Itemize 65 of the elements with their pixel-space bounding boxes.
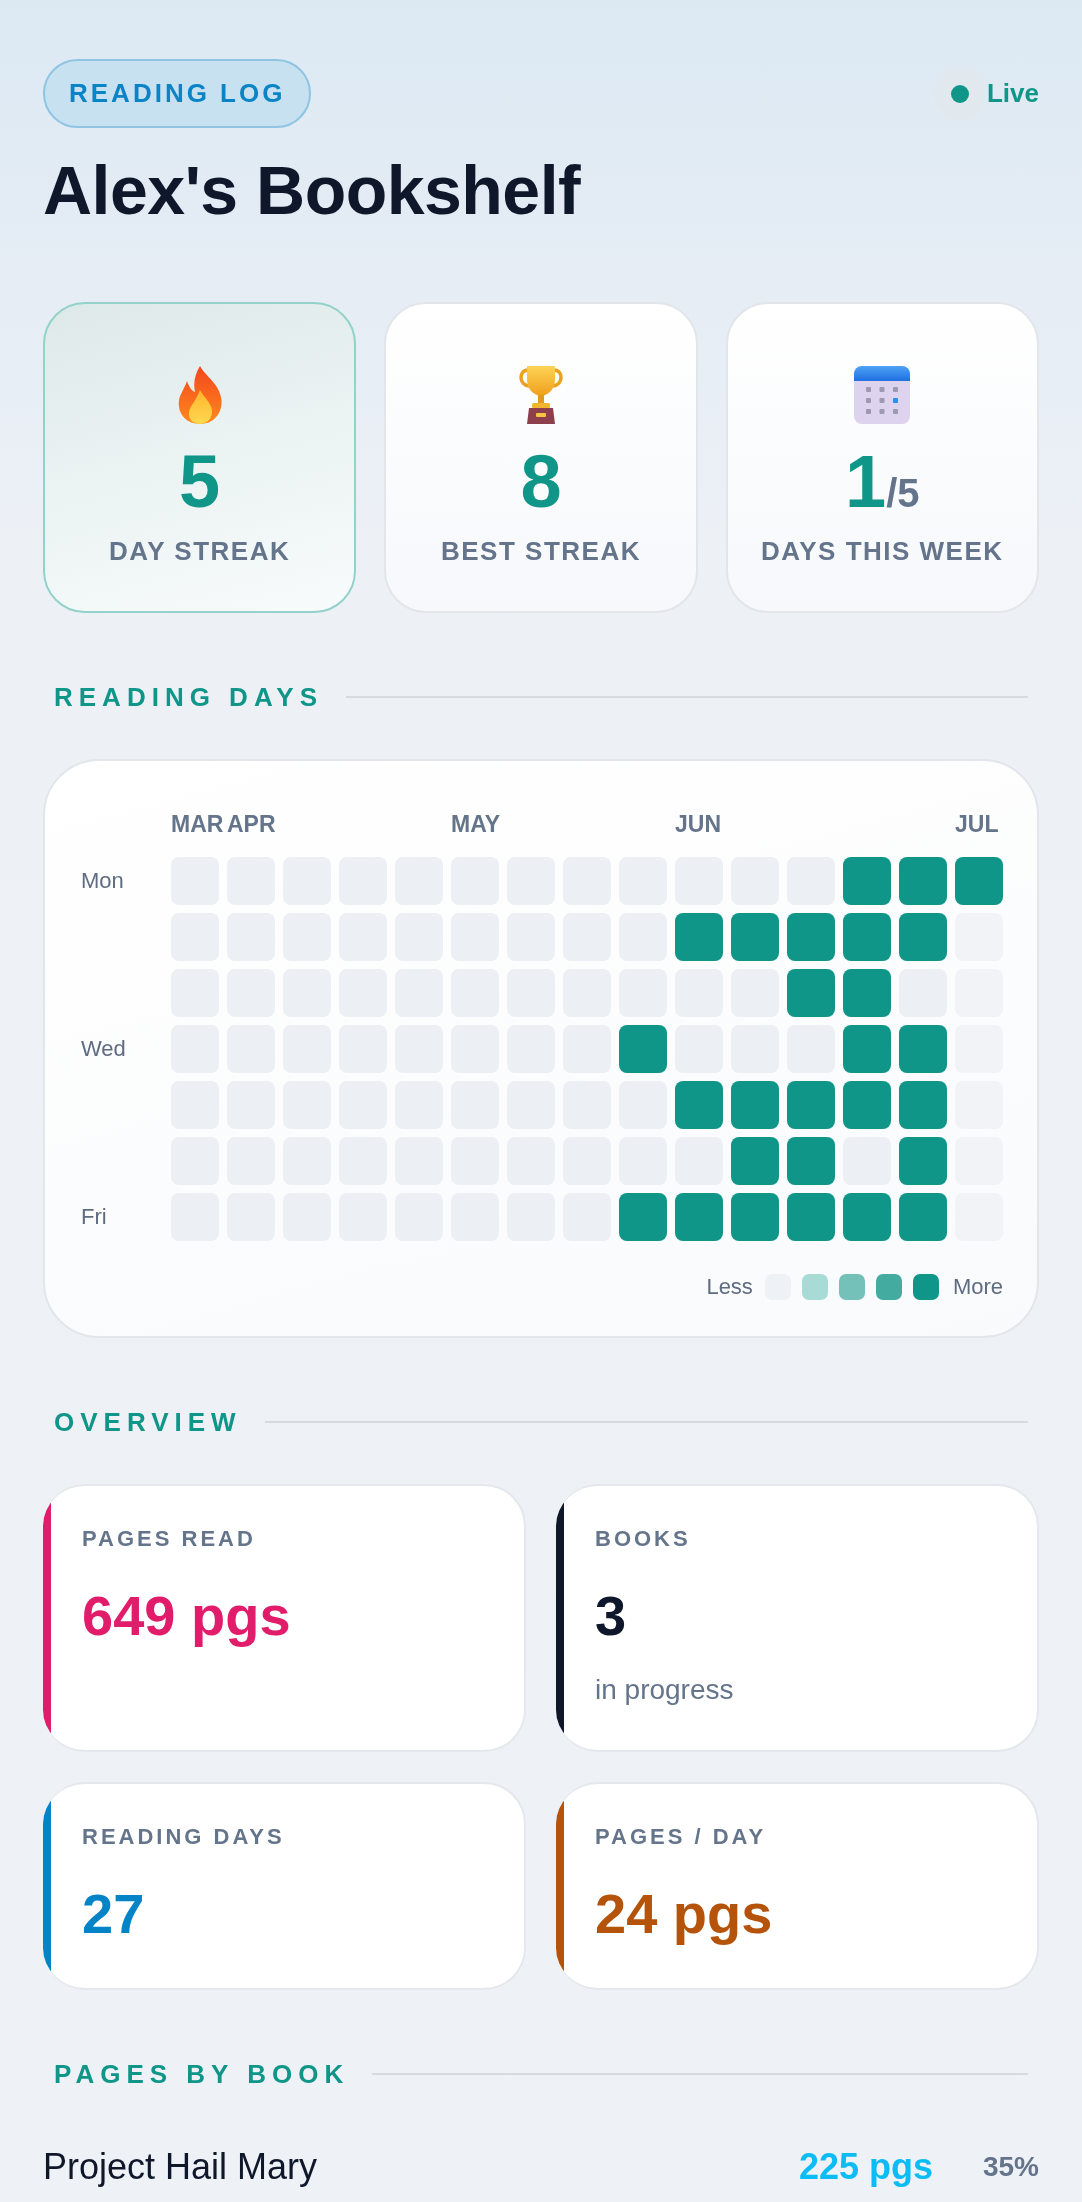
day-cell bbox=[843, 1025, 891, 1073]
section-heading: OVERVIEW bbox=[54, 1407, 242, 1437]
day-cell bbox=[731, 1081, 779, 1129]
book-title: Project Hail Mary bbox=[43, 2146, 319, 2188]
day-cell bbox=[619, 1193, 667, 1241]
day-cell bbox=[619, 1025, 667, 1073]
day-cell bbox=[675, 1081, 723, 1129]
section-heading: READING DAYS bbox=[54, 682, 323, 712]
legend-more-label: More bbox=[952, 1274, 1003, 1300]
metric-label: READING DAYS bbox=[82, 1823, 285, 1851]
day-cell bbox=[955, 857, 1003, 905]
day-cell bbox=[843, 969, 891, 1017]
day-cell bbox=[843, 857, 891, 905]
day-cell bbox=[675, 1193, 723, 1241]
day-cell bbox=[787, 1193, 835, 1241]
day-cell bbox=[843, 1081, 891, 1129]
metric-note: in progress bbox=[595, 1673, 734, 1707]
month-label: MAY bbox=[451, 811, 500, 837]
month-label: MAR bbox=[171, 811, 224, 837]
legend-less-label: Less bbox=[706, 1274, 753, 1300]
section-heading: PAGES BY BOOK bbox=[54, 2059, 350, 2089]
stat-value: 8 bbox=[520, 442, 562, 522]
month-label: JUN bbox=[675, 811, 721, 837]
stat-label: BEST STREAK bbox=[441, 535, 641, 567]
metric-label: BOOKS bbox=[595, 1525, 691, 1553]
metric-value: 3 bbox=[595, 1584, 627, 1648]
trophy-icon bbox=[517, 366, 565, 424]
day-cell bbox=[843, 1193, 891, 1241]
month-label: APR bbox=[227, 811, 276, 837]
metric-value: 24 pgs bbox=[595, 1882, 773, 1946]
day-cell bbox=[787, 1081, 835, 1129]
metric-label: PAGES READ bbox=[82, 1525, 256, 1553]
day-cell bbox=[731, 1193, 779, 1241]
book-share: 35% bbox=[982, 2151, 1039, 2183]
day-cell bbox=[787, 969, 835, 1017]
weekday-label: Wed bbox=[81, 1036, 126, 1062]
stat-total: /5 bbox=[886, 471, 920, 517]
day-cell bbox=[787, 1137, 835, 1185]
day-cell bbox=[899, 1193, 947, 1241]
section-badge: READING LOG bbox=[43, 59, 312, 128]
day-cell bbox=[899, 913, 947, 961]
weekday-label: Mon bbox=[81, 868, 124, 894]
flame-icon bbox=[177, 366, 222, 424]
day-cell bbox=[787, 913, 835, 961]
metric-label: PAGES / DAY bbox=[595, 1823, 767, 1851]
stat-value: 1 bbox=[845, 442, 887, 522]
stat-label: DAY STREAK bbox=[109, 535, 291, 567]
month-label: JUL bbox=[955, 811, 999, 837]
day-cell bbox=[899, 1025, 947, 1073]
page-title: Alex's Bookshelf bbox=[43, 151, 582, 230]
day-cell bbox=[675, 913, 723, 961]
day-cell bbox=[899, 1137, 947, 1185]
day-cell bbox=[731, 913, 779, 961]
day-cell bbox=[899, 1081, 947, 1129]
book-pages: 225 pgs bbox=[798, 2146, 933, 2188]
day-cell bbox=[843, 913, 891, 961]
day-cell bbox=[899, 857, 947, 905]
stat-value: 5 bbox=[179, 442, 221, 522]
metric-value: 27 bbox=[82, 1882, 145, 1946]
day-cell bbox=[731, 1137, 779, 1185]
calendar-icon bbox=[854, 366, 911, 424]
metric-value: 649 pgs bbox=[82, 1584, 291, 1648]
weekday-label: Fri bbox=[81, 1204, 107, 1230]
status-label: Live bbox=[986, 78, 1039, 109]
stat-label: DAYS THIS WEEK bbox=[761, 535, 1004, 567]
